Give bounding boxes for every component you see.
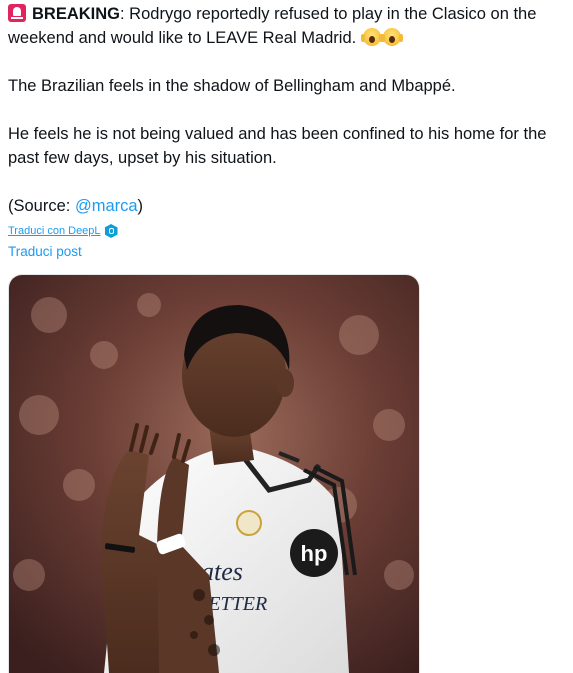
tweet-paragraph-breaking: BREAKING: Rodrygo reportedly refused to … [8, 2, 568, 50]
translate-with-deepl-link[interactable]: Traduci con DeepL [8, 225, 101, 237]
deepl-translate-row: Traduci con DeepL [8, 222, 118, 240]
tweet-paragraph-shadow: The Brazilian feels in the shadow of Bel… [8, 77, 456, 95]
tweet-media-photo[interactable]: hp Emirates FLY BETTER [8, 274, 420, 673]
tweet-source: (Source: @marca) [8, 194, 568, 218]
breaking-label: BREAKING [32, 5, 121, 23]
deepl-icon [104, 224, 118, 238]
screaming-face-icon [360, 28, 381, 46]
rotating-light-icon [8, 4, 26, 22]
tweet-paragraph-valued: He feels he is not being valued and has … [8, 125, 547, 167]
screaming-face-icon [380, 28, 401, 46]
player-photo: hp Emirates FLY BETTER [9, 275, 419, 673]
source-mention-link[interactable]: @marca [75, 197, 138, 215]
translate-post-link[interactable]: Traduci post [8, 244, 82, 259]
source-suffix: ) [137, 197, 144, 215]
source-prefix: (Source: [8, 197, 75, 215]
sponsor-badge-text: hp [301, 541, 328, 566]
